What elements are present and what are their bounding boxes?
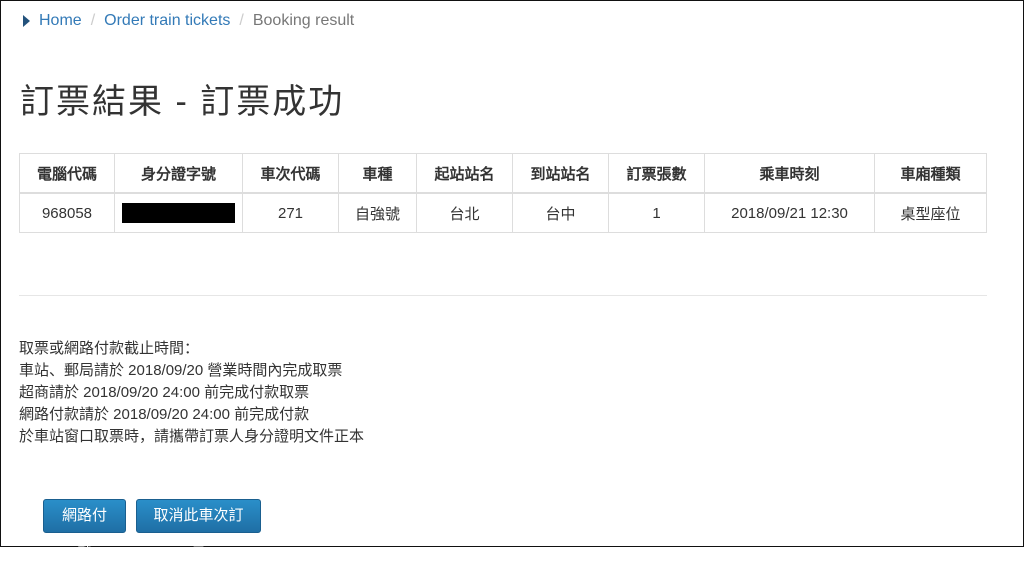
breadcrumb-home-link[interactable]: Home: [39, 12, 82, 30]
to-station-cell: 台中: [512, 192, 609, 233]
train-number-cell: 271: [242, 192, 339, 233]
column-header: 電腦代碼: [19, 153, 115, 194]
caret-right-icon: [23, 15, 30, 27]
breadcrumb-order-link[interactable]: Order train tickets: [104, 12, 230, 30]
id-number-cell: [114, 192, 243, 233]
column-header: 車種: [338, 153, 417, 194]
column-header: 車次代碼: [242, 153, 339, 194]
note-line: 取票或網路付款截止時間：: [19, 340, 200, 357]
breadcrumb: Home / Order train tickets / Booking res…: [23, 12, 354, 30]
column-header: 訂票張數: [608, 153, 705, 194]
note-line: 車站、郵局請於 2018/09/20 營業時間內完成取票: [19, 362, 343, 379]
pickup-payment-notes: 取票或網路付款截止時間： 車站、郵局請於 2018/09/20 營業時間內完成取…: [19, 338, 364, 448]
note-line: 超商請於 2018/09/20 24:00 前完成付款取票: [19, 384, 310, 401]
table-row: 968058 271 自強號 台北 台中 1 2018/09/21 12:30 …: [19, 192, 987, 233]
column-header: 到站站名: [512, 153, 609, 194]
ticket-count-cell: 1: [608, 192, 705, 233]
redacted-id-block: [122, 203, 235, 223]
booking-result-table: 電腦代碼 身分證字號 車次代碼 車種 起站站名 到站站名 訂票張數 乘車時刻 車…: [19, 153, 987, 233]
column-header: 身分證字號: [114, 153, 243, 194]
cancel-booking-button[interactable]: 取消此車次訂票: [136, 499, 261, 556]
breadcrumb-current: Booking result: [252, 12, 355, 29]
page-frame: Home / Order train tickets / Booking res…: [0, 0, 1024, 556]
table-header-row: 電腦代碼 身分證字號 車次代碼 車種 起站站名 到站站名 訂票張數 乘車時刻 車…: [19, 153, 987, 194]
column-header: 乘車時刻: [704, 153, 875, 194]
breadcrumb-separator: /: [90, 12, 96, 29]
section-divider: [19, 295, 987, 296]
page-title: 訂票結果 - 訂票成功: [20, 83, 345, 121]
note-line: 網路付款請於 2018/09/20 24:00 前完成付款: [19, 406, 310, 423]
note-line: 於車站窗口取票時，請攜帶訂票人身分證明文件正本: [19, 428, 365, 445]
breadcrumb-separator: /: [239, 12, 244, 29]
from-station-cell: 台北: [416, 192, 513, 233]
train-type-cell: 自強號: [338, 192, 417, 233]
pay-online-button[interactable]: 網路付款: [43, 499, 126, 556]
car-type-cell: 桌型座位: [874, 192, 987, 233]
departure-time-cell: 2018/09/21 12:30: [704, 192, 875, 233]
computer-code-cell: 968058: [19, 192, 115, 233]
column-header: 車廂種類: [874, 153, 987, 194]
column-header: 起站站名: [416, 153, 513, 194]
